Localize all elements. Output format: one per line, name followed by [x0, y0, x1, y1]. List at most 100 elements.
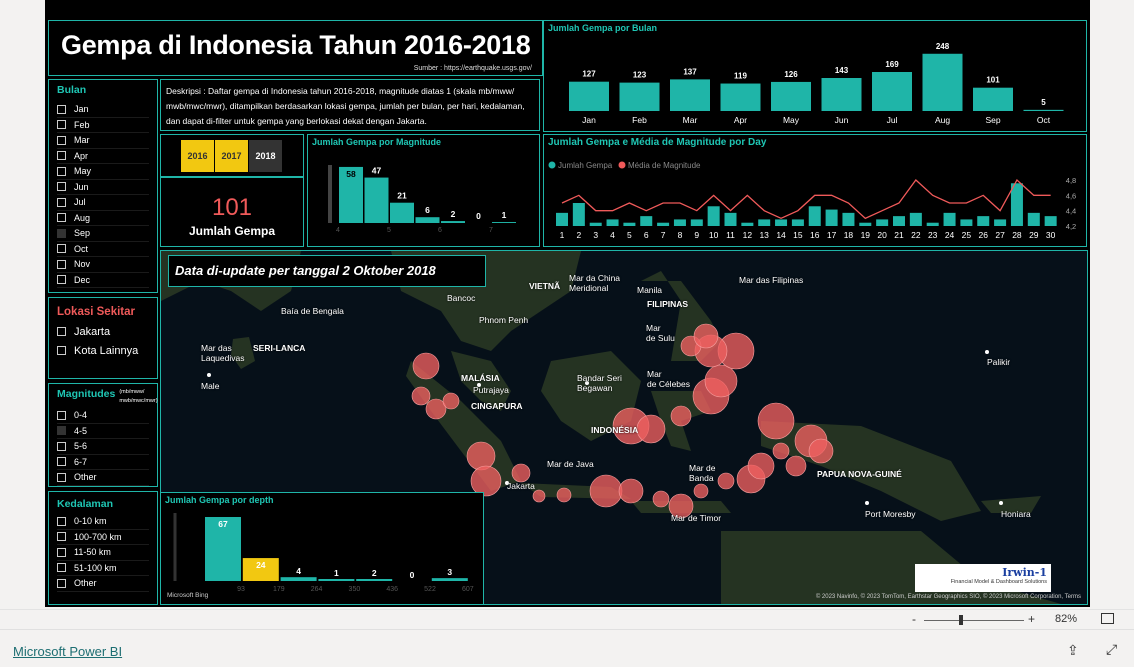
slicer-item-bulan[interactable]: Oct: [57, 242, 149, 257]
data-label: 0: [410, 570, 415, 580]
slicer-item-bulan[interactable]: Jul: [57, 195, 149, 211]
tick-label: 14: [776, 230, 786, 240]
slicer-item-lokasi[interactable]: Jakarta: [57, 322, 149, 341]
tick-label: 28: [1012, 230, 1022, 240]
bar-day: [741, 222, 754, 226]
bar-month: [569, 81, 609, 111]
checkbox[interactable]: [57, 410, 66, 420]
report-title-card: Gempa di Indonesia Tahun 2016-2018 Sumbe…: [48, 20, 543, 76]
checkbox[interactable]: [57, 135, 66, 145]
data-label: 21: [397, 191, 407, 201]
slicer-item-label: Kota Lainnya: [74, 344, 139, 357]
slicer-lokasi-title: Lokasi Sekitar: [57, 306, 135, 318]
y-tick-label: 4,6: [1066, 191, 1076, 200]
checkbox[interactable]: [57, 578, 66, 588]
slicer-item-bulan[interactable]: Apr: [57, 149, 149, 164]
zoom-slider-thumb[interactable]: [959, 615, 963, 625]
bing-logo: Microsoft Bing: [167, 592, 209, 599]
bar-day: [842, 212, 855, 226]
slicer-item-kedalaman[interactable]: Other: [57, 576, 149, 592]
slicer-item-kedalaman[interactable]: 51-100 km: [57, 561, 149, 576]
data-label: 123: [633, 71, 647, 80]
checkbox[interactable]: [57, 327, 66, 336]
tick-label: 26: [979, 230, 989, 240]
map-label: Port Moresby: [865, 509, 916, 519]
checkbox[interactable]: [57, 228, 66, 238]
tick-label: 11: [726, 230, 735, 240]
line-average-magnitude: [561, 178, 1051, 220]
map-attribution[interactable]: © 2023 Navinfo, © 2023 TomTom, Earthstar…: [816, 594, 1081, 600]
slicer-item-magnitudes[interactable]: Other: [57, 470, 149, 486]
data-label: 5: [1041, 98, 1046, 107]
fit-page-icon[interactable]: [1101, 613, 1114, 624]
share-icon[interactable]: ⇪: [1067, 642, 1079, 659]
slicer-item-bulan[interactable]: Nov: [57, 257, 149, 273]
year-button-2017[interactable]: 2017: [215, 140, 248, 172]
checkbox[interactable]: [57, 259, 66, 269]
slicer-item-bulan[interactable]: Feb: [57, 118, 149, 133]
bar-day: [1044, 216, 1057, 226]
bar-depth: [356, 579, 393, 581]
data-label: 58: [346, 169, 356, 179]
data-label: 126: [784, 70, 798, 79]
map-label: Mar das Laquedivas: [201, 343, 245, 363]
checkbox[interactable]: [57, 346, 66, 355]
checkbox[interactable]: [57, 516, 66, 526]
checkbox[interactable]: [57, 532, 66, 542]
tick-label: 436: [386, 586, 398, 593]
zoom-out-button[interactable]: -: [912, 612, 916, 626]
slicer-item-bulan[interactable]: Jan: [57, 102, 149, 118]
slicer-item-bulan[interactable]: Jun: [57, 180, 149, 195]
year-button-2016[interactable]: 2016: [181, 140, 214, 172]
tick-label: 25: [962, 230, 972, 240]
slicer-item-magnitudes[interactable]: 4-5: [57, 424, 149, 439]
checkbox[interactable]: [57, 213, 66, 223]
slicer-item-bulan[interactable]: Mar: [57, 133, 149, 149]
bar-day: [623, 222, 636, 226]
slicer-item-bulan[interactable]: Aug: [57, 211, 149, 226]
slicer-item-kedalaman[interactable]: 0-10 km: [57, 514, 149, 530]
data-label: 67: [218, 519, 228, 529]
slicer-item-label: Sep: [74, 228, 91, 239]
checkbox[interactable]: [57, 441, 66, 451]
year-button-2018[interactable]: 2018: [249, 140, 282, 172]
checkbox[interactable]: [57, 197, 66, 207]
checkbox[interactable]: [57, 547, 66, 557]
zoom-in-button[interactable]: +: [1028, 612, 1035, 626]
slicer-item-label: Oct: [74, 243, 89, 254]
checkbox[interactable]: [57, 457, 66, 467]
tick-label: 29: [1029, 230, 1039, 240]
map-label: INDONÉSIA: [591, 425, 639, 435]
slicer-kedalaman-title: Kedalaman: [57, 498, 114, 510]
bar-day: [657, 222, 670, 226]
checkbox[interactable]: [57, 563, 66, 573]
slicer-item-bulan[interactable]: Sep: [57, 226, 149, 242]
fullscreen-icon[interactable]: ⤢: [1106, 641, 1117, 658]
checkbox[interactable]: [57, 166, 66, 176]
slicer-item-kedalaman[interactable]: 11-50 km: [57, 545, 149, 561]
earthquake-bubble: [757, 402, 795, 440]
tick-label: Jul: [887, 115, 898, 125]
slicer-item-bulan[interactable]: May: [57, 164, 149, 180]
checkbox[interactable]: [57, 151, 66, 161]
chart-month-panel: Jumlah Gempa por Bulan 127 Jan 123 Feb 137 Ma…: [543, 20, 1087, 132]
powerbi-link[interactable]: Microsoft Power BI: [13, 644, 122, 659]
slicer-item-magnitudes[interactable]: 6-7: [57, 455, 149, 470]
checkbox[interactable]: [57, 182, 66, 192]
slicer-item-magnitudes[interactable]: 0-4: [57, 408, 149, 424]
slicer-item-bulan[interactable]: Dec: [57, 273, 149, 288]
checkbox[interactable]: [57, 120, 66, 130]
tick-label: 17: [827, 230, 837, 240]
checkbox[interactable]: [57, 275, 66, 285]
slicer-item-label: 0-10 km: [74, 516, 107, 527]
slicer-item-kedalaman[interactable]: 100-700 km: [57, 530, 149, 545]
slicer-item-lokasi[interactable]: Kota Lainnya: [57, 341, 149, 360]
bar-magnitude: [390, 202, 414, 223]
checkbox[interactable]: [57, 472, 66, 482]
zoom-slider[interactable]: [924, 620, 1024, 621]
checkbox[interactable]: [57, 426, 66, 436]
checkbox[interactable]: [57, 244, 66, 254]
tick-label: 12: [743, 230, 753, 240]
checkbox[interactable]: [57, 104, 66, 114]
slicer-item-magnitudes[interactable]: 5-6: [57, 439, 149, 455]
